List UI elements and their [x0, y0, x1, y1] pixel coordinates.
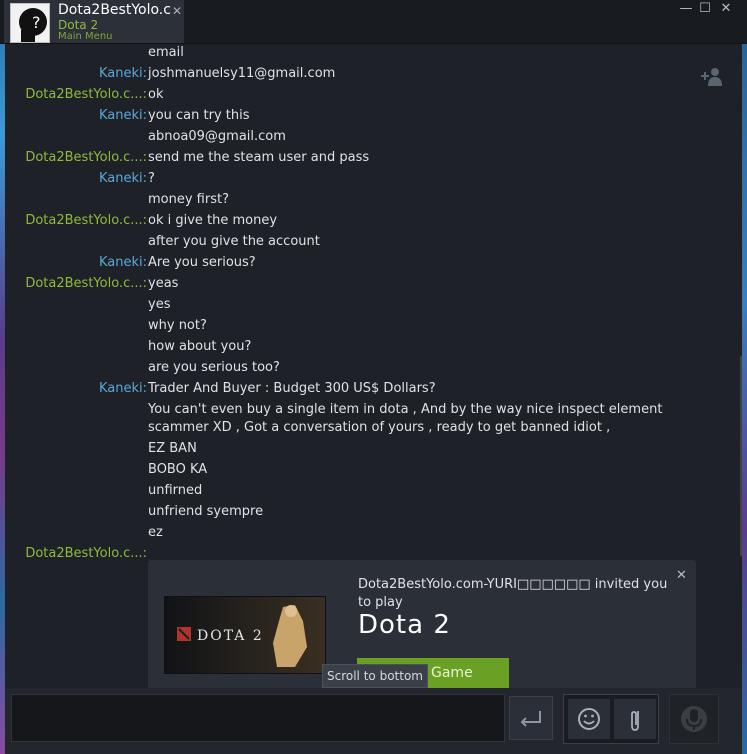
chat-sender-name[interactable]: Kaneki: [99, 170, 147, 188]
send-icon [520, 711, 541, 727]
chat-message-text: EZ BAN [148, 441, 197, 456]
chat-sender-name[interactable]: Dota2BestYolo.c...: [25, 86, 147, 104]
chat-message-text: Trader And Buyer : Budget 300 US$ Dollar… [148, 381, 436, 396]
title-bar: ? Dota2BestYolo.c Dota 2 Main Menu ✕ — ☐… [0, 0, 747, 44]
avatar[interactable]: ? [10, 3, 50, 43]
chat-message-text: email [148, 45, 184, 60]
chat-message-text: ? [148, 171, 155, 186]
window-edge-right [742, 0, 747, 754]
chat-sender-name[interactable]: Kaneki: [99, 107, 147, 125]
chat-tab-title: Dota2BestYolo.c [58, 2, 171, 18]
chat-message-text: BOBO KA [148, 462, 208, 477]
chat-message-text: joshmanuelsy11@gmail.com [148, 66, 336, 81]
invite-message: Dota2BestYolo.com-YURI□□□□□□ invited you… [358, 577, 668, 610]
chat-message-text: abnoa09@gmail.com [148, 129, 286, 144]
chat-tab-game-status: Dota 2 [58, 18, 99, 32]
chat-message-text: ez [148, 525, 163, 540]
chat-message-text: unfirned [148, 483, 203, 498]
chat-message-text: are you serious too? [148, 360, 280, 375]
chat-scrollbar[interactable] [740, 356, 742, 556]
chat-tab[interactable]: ? Dota2BestYolo.c Dota 2 Main Menu ✕ [4, 0, 184, 44]
avatar-image: ? [11, 4, 49, 42]
send-button[interactable] [509, 696, 553, 740]
composer-tools [563, 694, 659, 744]
chat-message-text: Are you serious? [148, 255, 256, 270]
chat-sender-name[interactable]: Dota2BestYolo.c...: [25, 149, 147, 167]
chat-message-text: You can't even buy a single item in dota… [148, 402, 663, 435]
join-game-label: Game [431, 665, 473, 681]
chat-sender-name[interactable]: Kaneki: [99, 65, 147, 83]
invite-game-title: Dota 2 [358, 610, 451, 640]
emoji-icon [578, 708, 600, 730]
chat-sender-name[interactable]: Dota2BestYolo.c...: [25, 545, 147, 563]
message-input[interactable] [11, 694, 505, 742]
chat-message-text: how about you? [148, 339, 252, 354]
tab-close-icon[interactable]: ✕ [172, 4, 182, 18]
chat-message-text: ok [148, 87, 164, 102]
chat-sender-name[interactable]: Dota2BestYolo.c...: [25, 212, 147, 230]
close-window-button[interactable]: ✕ [715, 0, 737, 18]
message-composer [5, 688, 742, 754]
voice-icon [681, 706, 707, 732]
chat-sender-name[interactable]: Kaneki: [99, 380, 147, 398]
chat-message-text: ok i give the money [148, 213, 278, 228]
chat-tab-rich-presence: Main Menu [58, 31, 113, 42]
chat-message-text: why not? [148, 318, 207, 333]
chat-sender-name[interactable]: Kaneki: [99, 254, 147, 272]
chat-message-text: money first? [148, 192, 229, 207]
chat-sender-name[interactable]: Dota2BestYolo.c...: [25, 275, 147, 293]
chat-message-text: unfriend syempre [148, 504, 264, 519]
chat-message-text: you can try this [148, 108, 250, 123]
chat-message-text: yeas [148, 276, 179, 291]
invite-close-icon[interactable]: ✕ [676, 568, 687, 583]
svg-text:?: ? [32, 13, 41, 32]
attach-button[interactable] [614, 699, 656, 739]
add-friend-icon[interactable] [700, 66, 724, 88]
scroll-to-bottom-tooltip[interactable]: Scroll to bottom [322, 664, 428, 688]
chat-message-text: send me the steam user and pass [148, 150, 370, 165]
game-art-logo-text: DOTA 2 [197, 628, 264, 644]
game-art-image: DOTA 2 [164, 596, 326, 674]
chat-message-text: after you give the account [148, 234, 320, 249]
voice-chat-button[interactable] [669, 694, 719, 744]
attach-icon [631, 711, 639, 731]
maximize-button[interactable]: ☐ [694, 0, 716, 18]
chat-message-text: yes [148, 297, 171, 312]
emoji-button[interactable] [568, 699, 610, 739]
